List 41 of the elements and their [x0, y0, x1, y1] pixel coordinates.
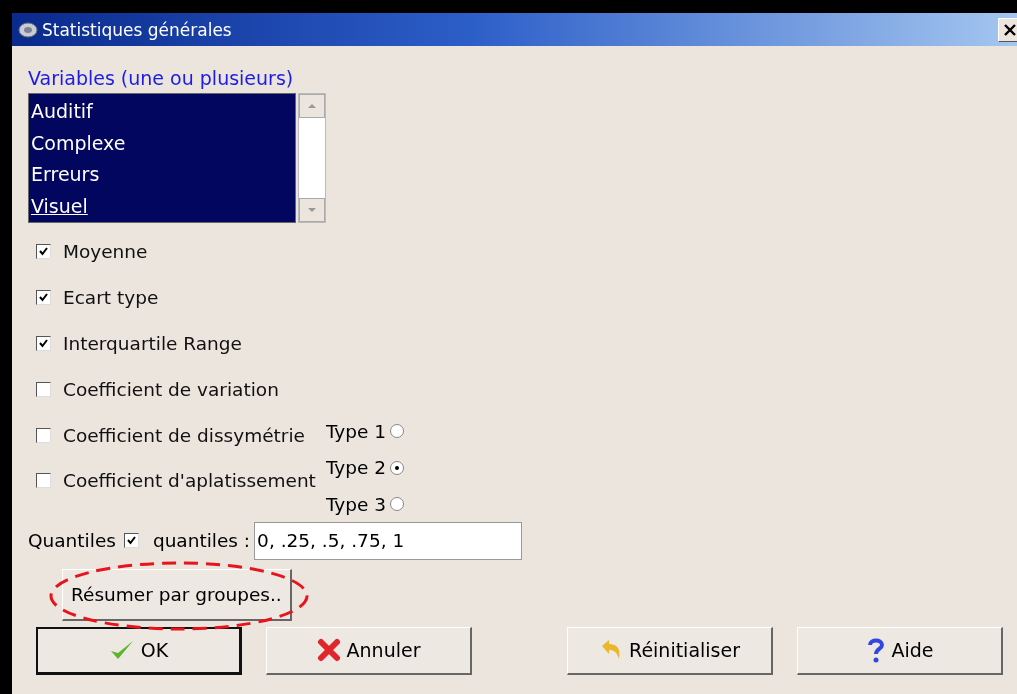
option-label: Interquartile Range — [63, 333, 242, 354]
checkbox[interactable] — [36, 427, 51, 443]
down-arrow-icon — [307, 207, 317, 213]
variables-label: Variables (une ou plusieurs) — [28, 66, 295, 90]
checkbox[interactable] — [36, 473, 51, 489]
quantiles-checkbox[interactable] — [123, 533, 139, 548]
cross-icon — [316, 638, 341, 662]
close-icon — [1004, 23, 1016, 36]
radio-label: Type 3 — [325, 493, 387, 515]
checkbox[interactable] — [36, 381, 51, 397]
quantiles-label: Quantiles — [28, 530, 116, 551]
reset-button[interactable]: Réinitialiser — [567, 626, 773, 675]
option-label: Moyenne — [63, 241, 148, 263]
radio-button[interactable] — [390, 424, 405, 439]
check-icon — [125, 535, 137, 546]
option-label: Ecart type — [63, 287, 159, 309]
option-label: Coefficient de variation — [63, 378, 279, 400]
option-label: Coefficient d'aplatissement — [63, 470, 316, 492]
help-button[interactable]: Aide — [797, 626, 1003, 675]
radio-label: Type 1 — [325, 420, 387, 442]
up-arrow-icon — [307, 103, 317, 109]
check-icon — [38, 338, 49, 349]
cancel-button[interactable]: Annuler — [266, 626, 472, 675]
radio-button[interactable] — [390, 460, 405, 475]
option-label: Coefficient de dissymétrie — [63, 424, 305, 446]
quantiles-input[interactable]: 0, .25, .5, .75, 1 — [254, 521, 523, 560]
ok-button[interactable]: OK — [36, 626, 242, 675]
variables-listbox[interactable]: Auditif Complexe Erreurs Visuel — [28, 93, 296, 223]
checkbox[interactable] — [36, 290, 51, 306]
close-button[interactable] — [998, 17, 1017, 42]
question-mark-icon — [865, 637, 886, 663]
group-summary-button[interactable]: Résumer par groupes.. — [62, 568, 292, 621]
check-icon — [38, 292, 49, 304]
radio-label: Type 2 — [325, 457, 387, 479]
checkbox[interactable] — [36, 244, 51, 260]
window-title: Statistiques générales — [42, 19, 232, 40]
quantiles-field-label: quantiles : — [152, 530, 251, 551]
radio-button[interactable] — [390, 497, 405, 512]
checkbox[interactable] — [36, 336, 51, 351]
check-icon — [38, 246, 49, 258]
app-icon — [18, 20, 38, 39]
